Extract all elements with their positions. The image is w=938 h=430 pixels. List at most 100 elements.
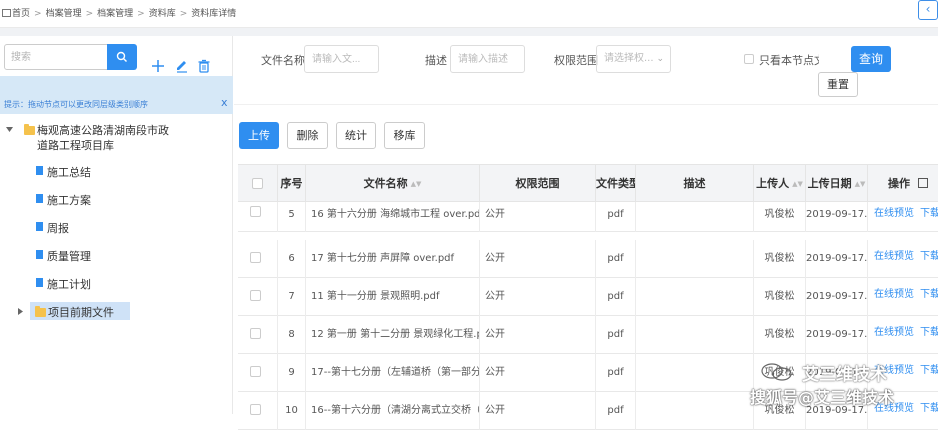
- tree-node-quality-management[interactable]: 质量管理: [47, 248, 91, 264]
- breadcrumb-current: 资料库详情: [191, 9, 237, 19]
- header-select-cell: [238, 165, 278, 203]
- row-checkbox[interactable]: [250, 366, 261, 377]
- watermark-account: 搜狐号@艾三维技术: [750, 388, 895, 407]
- header-date[interactable]: 上传日期 ▲▼: [806, 165, 868, 203]
- table-header: 序号 文件名称 ▲▼ 权限范围 文件类型 描述 上传人 ▲▼ 上传日期 ▲▼ 操作: [238, 164, 938, 203]
- row-operations: 在线预览 下载: [868, 278, 938, 316]
- preview-link[interactable]: 在线预览: [874, 327, 914, 338]
- search-icon: [116, 51, 127, 62]
- row-checkbox[interactable]: [250, 206, 261, 217]
- row-select-cell: [238, 316, 278, 354]
- row-checkbox[interactable]: [250, 252, 261, 263]
- plus-icon[interactable]: [150, 58, 166, 74]
- edit-icon[interactable]: [174, 58, 190, 74]
- row-select-cell: [238, 278, 278, 316]
- row-desc: [636, 240, 754, 278]
- tree-node-root-label: 梅观高速公路清湖南段市政: [37, 124, 169, 137]
- download-link[interactable]: 下载: [920, 289, 938, 300]
- tree-search-button[interactable]: [107, 44, 137, 70]
- download-link[interactable]: 下载: [920, 327, 938, 338]
- stats-button[interactable]: 统计: [336, 122, 376, 149]
- tree-node-weekly-report[interactable]: 周报: [47, 220, 69, 236]
- wechat-logo-icon: [761, 363, 792, 381]
- tree-node-project-preliminary[interactable]: 项目前期文件: [48, 304, 114, 320]
- row-type: pdf: [596, 354, 636, 392]
- table-row[interactable]: 5 16 第十六分册 海绵城市工程 over.pdf 公开 pdf 巩俊松 2019-09…: [238, 202, 938, 232]
- row-type: pdf: [596, 316, 636, 354]
- header-permission: 权限范围: [480, 165, 596, 203]
- download-link[interactable]: 下载: [920, 251, 938, 262]
- header-filename[interactable]: 文件名称 ▲▼: [306, 165, 480, 203]
- row-perm: 公开: [480, 202, 596, 232]
- tree-node-root[interactable]: 梅观高速公路清湖南段市政 道路工程项目库: [37, 123, 169, 153]
- row-perm: 公开: [480, 316, 596, 354]
- row-desc: [636, 278, 754, 316]
- upload-button[interactable]: 上传: [239, 122, 279, 149]
- preview-link[interactable]: 在线预览: [874, 289, 914, 300]
- header-description: 描述: [636, 165, 754, 203]
- reset-button[interactable]: 重置: [818, 72, 858, 97]
- file-icon: [36, 250, 43, 259]
- tree-node-construction-schedule[interactable]: 施工计划: [47, 276, 91, 292]
- header-operations: 操作: [868, 165, 938, 203]
- delete-button[interactable]: 删除: [287, 122, 328, 149]
- table-row[interactable]: 8 12 第一册 第十二分册 景观绿化工程.pdf 公开 pdf 巩俊松 2019-09-…: [238, 316, 938, 354]
- table-row[interactable]: 6 17 第十七分册 声屏障 over.pdf 公开 pdf 巩俊松 2019-09-17…: [238, 240, 938, 278]
- row-name: 12 第一册 第十二分册 景观绿化工程.pdf: [306, 316, 480, 354]
- breadcrumb-item[interactable]: 档案管理: [46, 9, 82, 19]
- row-perm: 公开: [480, 392, 596, 430]
- watermark-title: 艾三维技术: [802, 365, 887, 385]
- row-perm: 公开: [480, 278, 596, 316]
- header-operations-label: 操作: [888, 177, 910, 190]
- move-button[interactable]: 移库: [384, 122, 425, 149]
- breadcrumb-item[interactable]: 档案管理: [97, 9, 133, 19]
- caret-down-icon[interactable]: [6, 127, 13, 133]
- caret-right-icon[interactable]: [18, 308, 24, 315]
- file-icon: [36, 194, 43, 203]
- row-index: 6: [278, 240, 306, 278]
- row-type: pdf: [596, 392, 636, 430]
- row-operations: 在线预览 下载: [868, 240, 938, 278]
- sort-icon: ▲▼: [854, 180, 866, 188]
- row-select-cell: [238, 202, 278, 232]
- tree-node-construction-summary[interactable]: 施工总结: [47, 164, 91, 180]
- select-all-checkbox[interactable]: [252, 178, 263, 189]
- header-uploader[interactable]: 上传人 ▲▼: [754, 165, 806, 203]
- row-desc: [636, 392, 754, 430]
- sort-icon: ▲▼: [410, 180, 422, 188]
- row-checkbox[interactable]: [250, 404, 261, 415]
- folder-icon: [24, 124, 35, 135]
- download-link[interactable]: 下载: [920, 208, 938, 219]
- preview-link[interactable]: 在线预览: [874, 251, 914, 262]
- description-input[interactable]: [450, 45, 525, 73]
- row-checkbox[interactable]: [250, 290, 261, 301]
- row-type: pdf: [596, 240, 636, 278]
- row-date: 2019-09-17...: [806, 202, 868, 232]
- trash-icon[interactable]: [196, 58, 212, 74]
- home-icon: [2, 9, 11, 17]
- close-icon[interactable]: x: [221, 96, 228, 109]
- row-operations: 在线预览 下载: [868, 316, 938, 354]
- file-icon: [36, 166, 43, 175]
- tree-search-input[interactable]: [4, 44, 108, 70]
- query-button[interactable]: 查询: [851, 46, 891, 72]
- sidebar: 提示：拖动节点可以更改同层级类别顺序 x 梅观高速公路清湖南段市政 道路工程项目…: [0, 36, 233, 414]
- file-icon: [36, 278, 43, 287]
- row-checkbox[interactable]: [250, 328, 261, 339]
- row-desc: [636, 202, 754, 232]
- breadcrumb-item[interactable]: 资料库: [149, 9, 176, 19]
- breadcrumb-home[interactable]: 首页: [12, 9, 30, 19]
- watermark: 艾三维技术 搜狐号@艾三维技术: [742, 360, 938, 414]
- main-panel: 文件名称 描述 权限范围 请选择权... ⌄ 只看本节点文件 查询 重置 上传 …: [234, 36, 938, 430]
- column-settings-icon[interactable]: [918, 178, 928, 188]
- filename-input[interactable]: [304, 45, 379, 73]
- preview-link[interactable]: 在线预览: [874, 208, 914, 219]
- table-row[interactable]: 7 11 第十一分册 景观照明.pdf 公开 pdf 巩俊松 2019-09-17... 在…: [238, 278, 938, 316]
- chevron-left-icon[interactable]: ‹: [918, 0, 938, 20]
- row-name: 16 第十六分册 海绵城市工程 over.pdf: [306, 202, 480, 232]
- tree-node-construction-plan[interactable]: 施工方案: [47, 192, 91, 208]
- file-icon: [36, 222, 43, 231]
- tree-node-root-label-cont: 道路工程项目库: [37, 139, 114, 152]
- only-node-checkbox[interactable]: [744, 54, 754, 64]
- permission-select[interactable]: 请选择权... ⌄: [596, 45, 671, 73]
